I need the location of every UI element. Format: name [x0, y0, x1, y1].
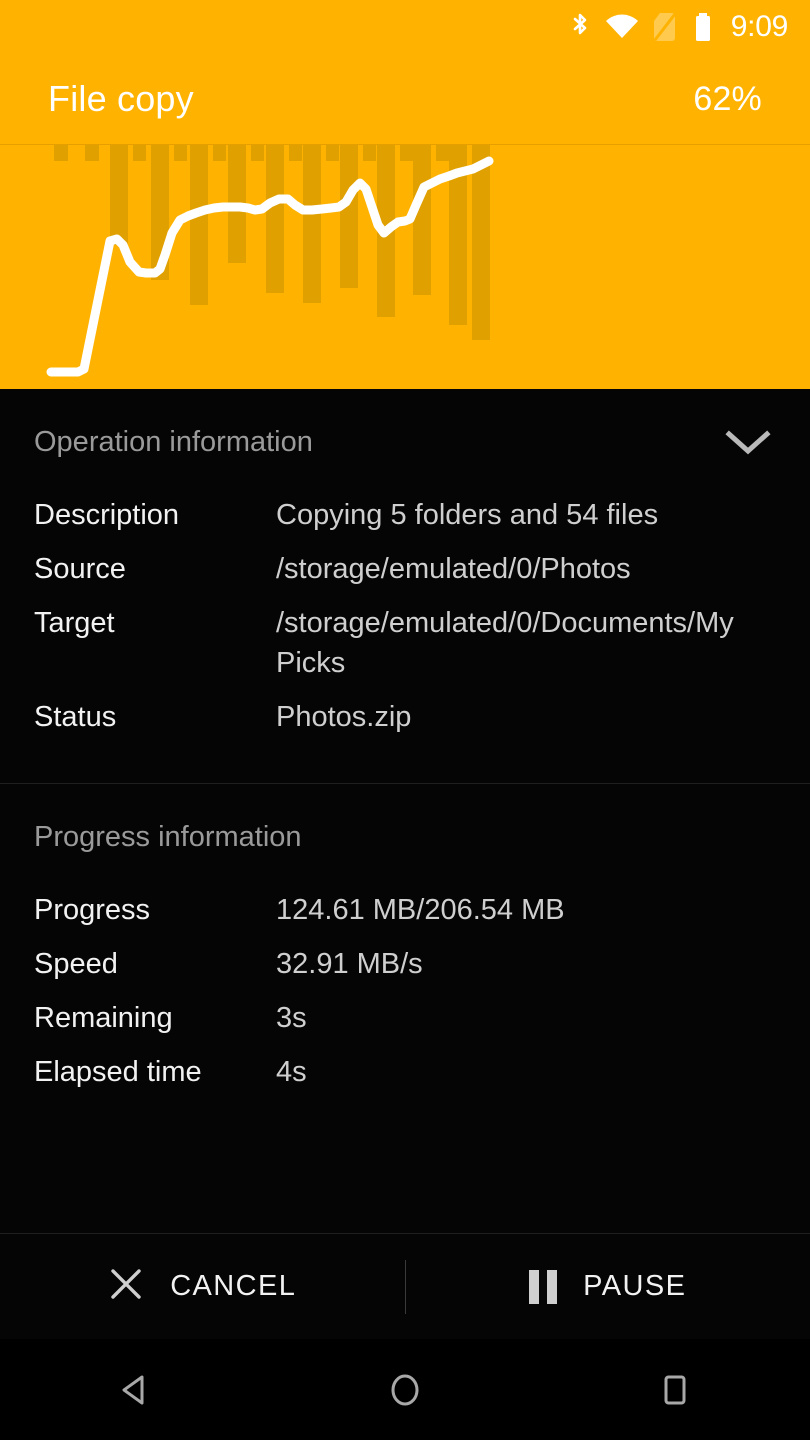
speed-chart-svg [0, 145, 810, 389]
back-triangle-icon[interactable] [75, 1339, 195, 1440]
row-value-remaining: 3s [276, 998, 776, 1038]
chevron-down-icon[interactable] [720, 414, 776, 470]
wifi-icon [605, 14, 639, 40]
operation-information-title: Operation information [34, 426, 313, 459]
row-label-progress: Progress [34, 890, 276, 930]
row-label-description: Description [34, 495, 276, 535]
title-row: File copy 62% [0, 54, 810, 144]
cancel-button[interactable]: CANCEL [0, 1234, 405, 1339]
row-label-status: Status [34, 697, 276, 737]
table-row: Progress 124.61 MB/206.54 MB [34, 890, 776, 930]
bluetooth-icon [569, 12, 591, 42]
row-label-target: Target [34, 603, 276, 643]
row-value-elapsed-time: 4s [276, 1052, 776, 1092]
table-row: Description Copying 5 folders and 54 fil… [34, 495, 776, 535]
file-copy-progress-screen: 9:09 File copy 62% [0, 0, 810, 1440]
pause-button-label: PAUSE [583, 1270, 686, 1303]
row-value-status: Photos.zip [276, 697, 776, 737]
row-label-elapsed-time: Elapsed time [34, 1052, 276, 1092]
operation-information-header[interactable]: Operation information [0, 389, 810, 495]
progress-information-title: Progress information [34, 821, 302, 854]
cancel-button-label: CANCEL [170, 1270, 296, 1303]
operation-information-section: Operation information Description Copyin… [0, 389, 810, 783]
table-row: Elapsed time 4s [34, 1052, 776, 1092]
table-row: Target /storage/emulated/0/Documents/My … [34, 603, 776, 683]
row-label-remaining: Remaining [34, 998, 276, 1038]
table-row: Remaining 3s [34, 998, 776, 1038]
row-value-target: /storage/emulated/0/Documents/My Picks [276, 603, 776, 683]
page-title: File copy [48, 78, 194, 120]
row-value-progress: 124.61 MB/206.54 MB [276, 890, 776, 930]
progress-percent: 62% [693, 80, 762, 119]
recents-square-icon[interactable] [615, 1339, 735, 1440]
table-row: Source /storage/emulated/0/Photos [34, 549, 776, 589]
pause-icon [529, 1270, 557, 1304]
battery-icon [693, 12, 713, 42]
progress-information-section: Progress information Progress 124.61 MB/… [0, 784, 810, 1233]
row-label-speed: Speed [34, 944, 276, 984]
table-row: Speed 32.91 MB/s [34, 944, 776, 984]
pause-button[interactable]: PAUSE [406, 1234, 810, 1339]
close-x-icon [108, 1266, 144, 1307]
row-value-source: /storage/emulated/0/Photos [276, 549, 776, 589]
system-nav-bar [0, 1339, 810, 1440]
row-value-speed: 32.91 MB/s [276, 944, 776, 984]
status-bar-clock: 9:09 [731, 12, 788, 42]
home-circle-icon[interactable] [345, 1339, 465, 1440]
row-label-source: Source [34, 549, 276, 589]
no-sim-card-icon [653, 12, 679, 42]
action-bar: CANCEL PAUSE [0, 1234, 810, 1339]
header-block: 9:09 File copy 62% [0, 0, 810, 389]
progress-rows: Progress 124.61 MB/206.54 MB Speed 32.91… [0, 890, 810, 1092]
progress-information-header: Progress information [0, 784, 810, 890]
table-row: Status Photos.zip [34, 697, 776, 737]
status-bar: 9:09 [0, 0, 810, 54]
operation-rows: Description Copying 5 folders and 54 fil… [0, 495, 810, 737]
speed-chart [0, 145, 810, 389]
row-value-description: Copying 5 folders and 54 files [276, 495, 776, 535]
